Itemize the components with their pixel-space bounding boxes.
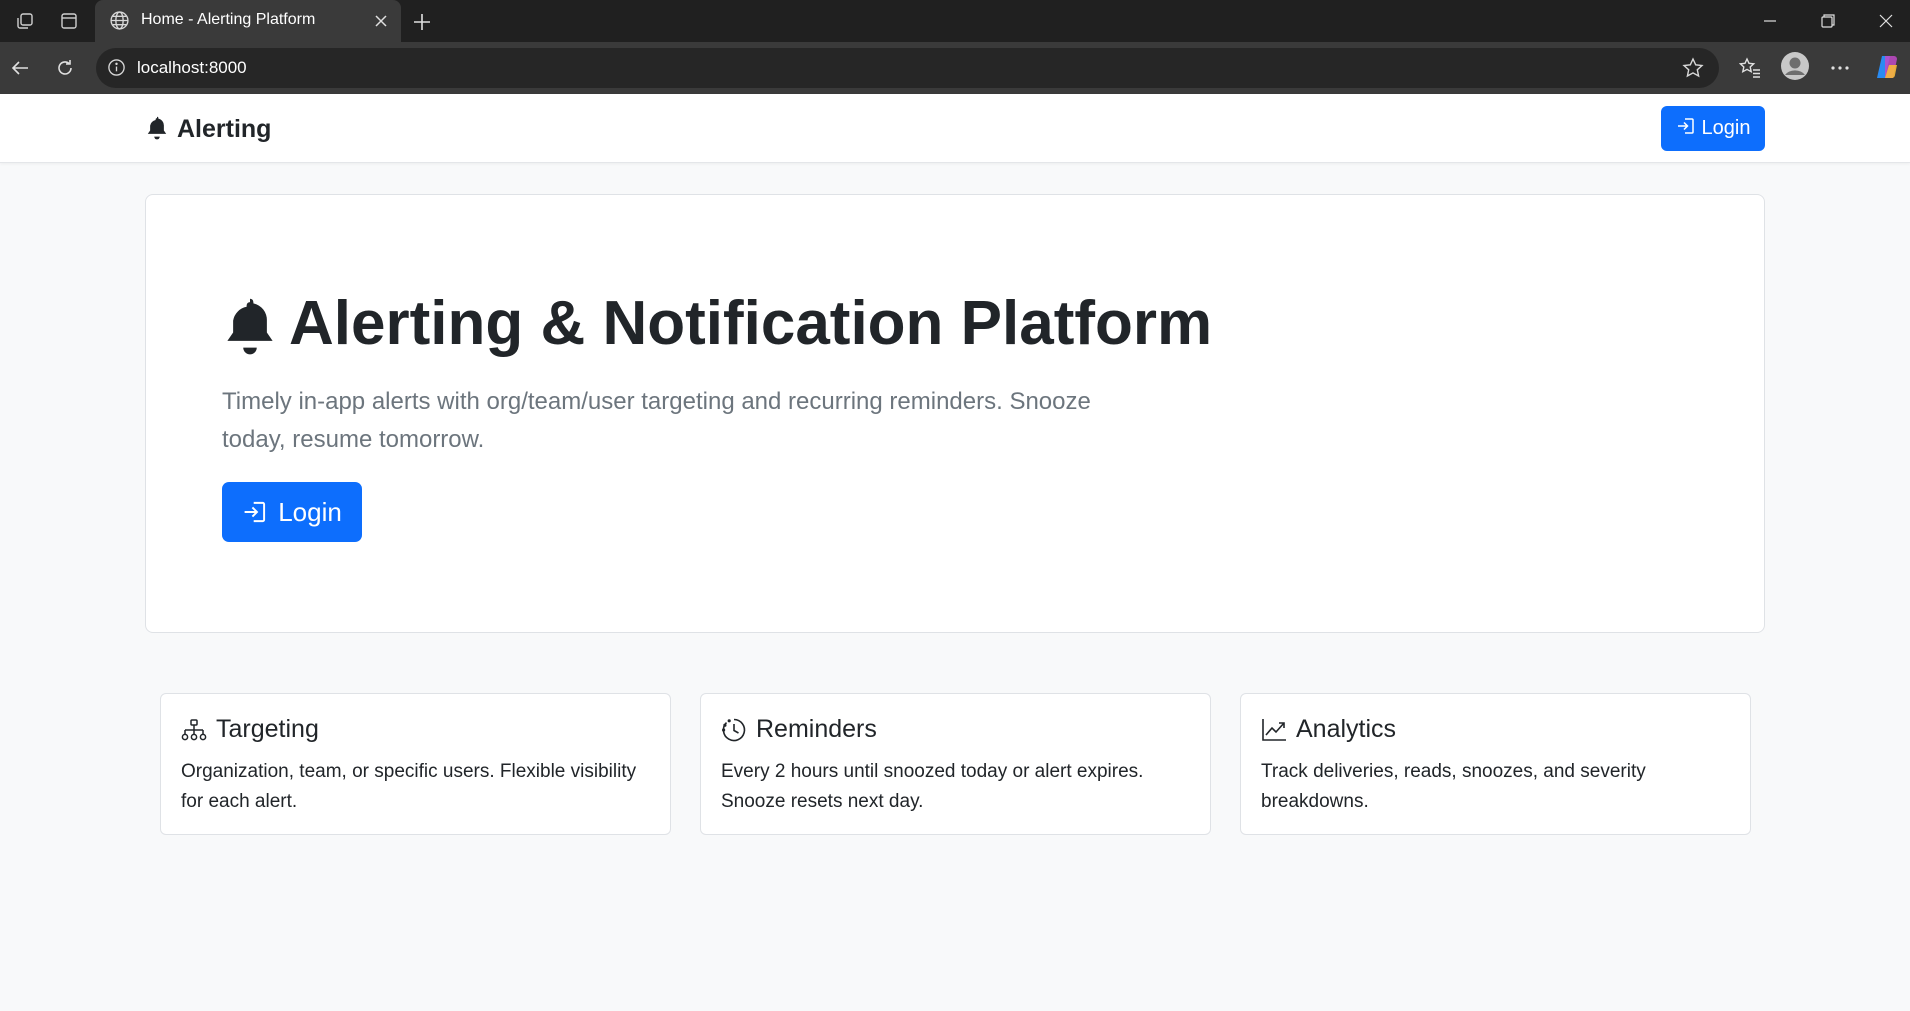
site-info-icon[interactable] xyxy=(107,58,126,82)
url-text: localhost:8000 xyxy=(137,58,247,77)
address-bar[interactable]: localhost:8000 xyxy=(96,48,1719,88)
favorite-star-icon[interactable] xyxy=(1682,57,1704,84)
feature-title: Targeting xyxy=(216,715,319,743)
hero-card: Alerting & Notification Platform Timely … xyxy=(145,194,1765,633)
close-window-button[interactable] xyxy=(1866,6,1906,36)
profile-avatar[interactable] xyxy=(1780,51,1810,81)
login-icon xyxy=(1676,116,1696,142)
favorites-icon[interactable] xyxy=(1738,56,1762,80)
refresh-icon[interactable] xyxy=(53,56,77,80)
hero-login-label: Login xyxy=(278,496,342,527)
brand-name: Alerting xyxy=(177,115,272,143)
feature-card-analytics: Analytics Track deliveries, reads, snooz… xyxy=(1240,693,1751,835)
browser-tab-bar: Home - Alerting Platform xyxy=(0,0,1910,42)
feature-card-targeting: Targeting Organization, team, or specifi… xyxy=(160,693,671,835)
restore-button[interactable] xyxy=(1808,6,1848,36)
feature-title: Analytics xyxy=(1296,715,1397,743)
minimize-button[interactable] xyxy=(1750,6,1790,36)
feature-card-reminders: Reminders Every 2 hours until snoozed to… xyxy=(700,693,1211,835)
navbar-login-label: Login xyxy=(1701,117,1751,139)
bell-icon xyxy=(146,114,168,145)
tab-title: Home - Alerting Platform xyxy=(141,11,316,28)
hero-subtitle: Timely in-app alerts with org/team/user … xyxy=(222,388,1091,453)
feature-title: Reminders xyxy=(756,715,877,743)
hero-title: Alerting & Notification Platform xyxy=(223,288,1212,359)
workspaces-icon[interactable] xyxy=(13,9,37,33)
navbar-brand[interactable]: Alerting xyxy=(146,114,271,145)
new-tab-button[interactable] xyxy=(407,7,437,37)
graph-up-icon xyxy=(1261,718,1287,742)
login-icon xyxy=(242,499,268,525)
page: Alerting Login Alerting & Notification P… xyxy=(0,94,1910,1011)
clock-icon xyxy=(721,717,747,743)
bell-icon xyxy=(223,293,277,355)
vertical-tabs-icon[interactable] xyxy=(57,9,81,33)
feature-text: Organization, team, or specific users. F… xyxy=(181,761,637,812)
copilot-icon[interactable] xyxy=(1872,52,1902,82)
feature-text: Track deliveries, reads, snoozes, and se… xyxy=(1261,761,1646,812)
browser-toolbar: localhost:8000 xyxy=(0,42,1910,94)
navbar-login-button[interactable]: Login xyxy=(1661,106,1765,151)
globe-icon xyxy=(109,10,130,36)
active-tab[interactable]: Home - Alerting Platform xyxy=(95,0,401,42)
navbar: Alerting Login xyxy=(0,94,1910,163)
diagram-icon xyxy=(181,718,207,742)
close-tab-icon[interactable] xyxy=(369,9,393,33)
hero-login-button[interactable]: Login xyxy=(222,482,362,542)
hero-title-text: Alerting & Notification Platform xyxy=(289,289,1213,358)
back-icon[interactable] xyxy=(8,56,32,80)
more-options-icon[interactable] xyxy=(1828,56,1852,80)
feature-text: Every 2 hours until snoozed today or ale… xyxy=(721,761,1144,812)
